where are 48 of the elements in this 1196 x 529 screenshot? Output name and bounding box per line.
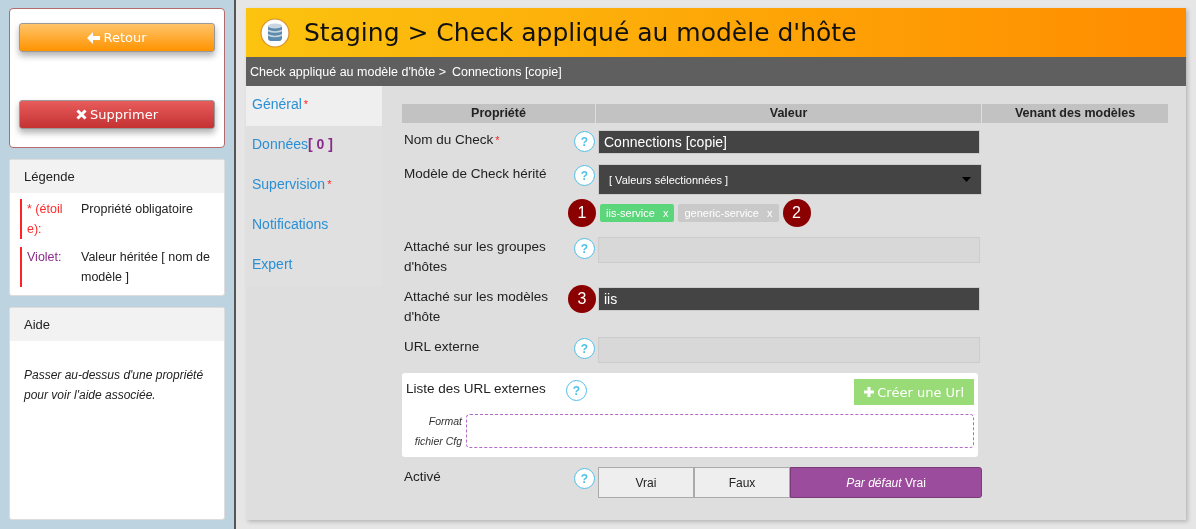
caret-icon xyxy=(962,177,971,182)
page-title: Staging > Check appliqué au modèle d'hôte xyxy=(304,18,857,47)
create-url-button[interactable]: Créer une Url xyxy=(854,379,974,405)
select-value: [ Valeurs sélectionnées ] xyxy=(609,173,729,186)
legend-key: * (étoile): xyxy=(22,199,73,239)
toggle-option[interactable]: Par défaut Vrai xyxy=(790,467,982,498)
property-label: Attaché sur les groupes d'hôtes xyxy=(404,238,547,276)
number-marker: 2 xyxy=(782,199,811,227)
delete-button[interactable]: Supprimer xyxy=(19,100,215,129)
property-label: Liste des URL externes xyxy=(406,380,547,398)
number-marker: 3 xyxy=(568,285,596,313)
text-field[interactable]: iis xyxy=(598,287,980,311)
help-text: Passer au-dessus d'une propriété pour voir l'aide associée. xyxy=(22,367,205,404)
format-label: Format fichier Cfg xyxy=(413,414,462,449)
breadcrumb-link[interactable]: Check appliqué au modèle d'hôte > xyxy=(250,64,446,79)
help-icon[interactable]: ? xyxy=(574,238,595,259)
tab[interactable]: Général* xyxy=(246,86,382,126)
property-label: Activé xyxy=(404,468,441,486)
help-icon[interactable]: ? xyxy=(574,338,595,359)
breadcrumb-current: Connections [copie] xyxy=(451,64,562,79)
property-label: Modèle de Check hérité xyxy=(404,165,547,183)
column-header: Propriété xyxy=(402,104,595,123)
tag[interactable]: iis-service x xyxy=(600,204,675,222)
cfg-input-field[interactable] xyxy=(466,414,974,448)
toggle-option[interactable]: Vrai xyxy=(598,467,694,498)
arrow-left-icon xyxy=(87,31,101,44)
help-icon[interactable]: ? xyxy=(566,380,587,401)
help-icon[interactable]: ? xyxy=(574,468,595,489)
number-marker: 1 xyxy=(568,199,596,227)
plus-icon xyxy=(864,387,875,397)
back-button[interactable]: Retour xyxy=(19,23,215,52)
column-header: Valeur xyxy=(596,104,981,123)
help-icon[interactable]: ? xyxy=(574,165,595,186)
property-label: Attaché sur les modèles d'hôte xyxy=(404,288,550,326)
text-field[interactable]: Connections [copie] xyxy=(598,130,980,154)
select-field[interactable]: [ Valeurs sélectionnées ] xyxy=(598,164,982,195)
property-label: URL externe xyxy=(404,338,480,356)
close-icon xyxy=(76,109,87,120)
legend-meaning: Propriété obligatoire xyxy=(80,201,194,218)
legend-meaning: Valeur héritée [ nom de modèle ] xyxy=(80,249,211,286)
help-title: Aide xyxy=(10,308,224,341)
help-icon[interactable]: ? xyxy=(574,131,595,152)
toggle-option[interactable]: Faux xyxy=(694,467,790,498)
legend-title: Légende xyxy=(10,160,224,193)
legend-key: Violet: xyxy=(22,247,73,287)
property-label: Nom du Check* xyxy=(404,131,500,149)
database-icon xyxy=(260,17,290,48)
column-header: Venant des modèles xyxy=(982,104,1168,123)
